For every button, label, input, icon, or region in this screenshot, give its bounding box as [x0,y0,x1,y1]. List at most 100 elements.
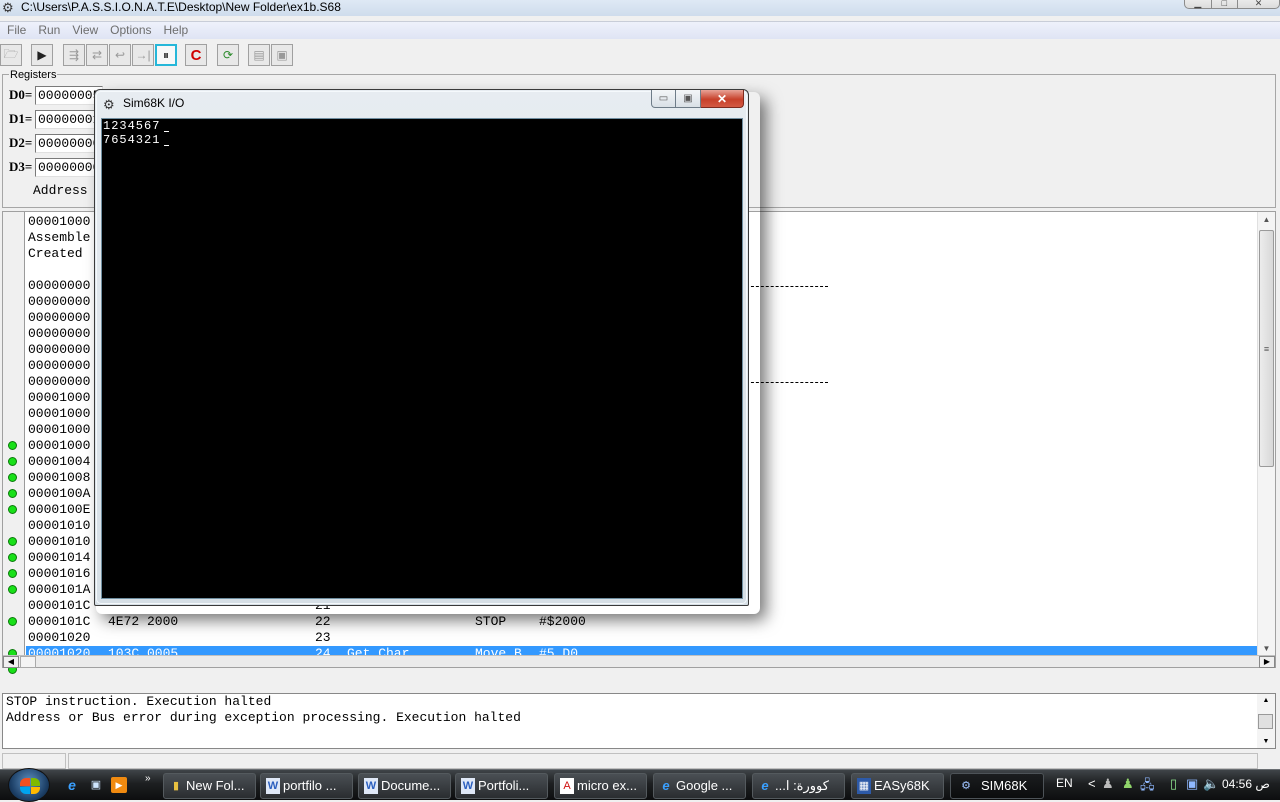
io-maximize-button[interactable]: ▣ [676,90,701,108]
more-quick-launch-button[interactable]: » [145,773,151,784]
log-stop-icon: ▣ [276,48,288,62]
folder-icon: ▮ [172,780,180,792]
internet-explorer-icon[interactable]: e [64,777,80,793]
run-button[interactable]: ▶ [31,44,53,66]
register-d1-field[interactable]: 00000001 [35,109,103,129]
maximize-button[interactable]: □ [1212,0,1239,8]
breakpoint-marker-icon[interactable] [8,489,17,498]
menu-view[interactable]: View [65,22,103,39]
register-d0-field[interactable]: 00000005 [35,85,103,105]
scroll-thumb[interactable]: ≡ [1259,230,1274,467]
step-icon: ⇶ [68,48,80,62]
breakpoint-marker-icon[interactable] [8,441,17,450]
taskbar-item-easy68k[interactable]: ▦ EASy68K [851,773,944,799]
register-label: D1= [9,111,33,126]
menu-run[interactable]: Run [31,22,65,39]
run-to-cursor-icon: →| [135,48,151,62]
show-desktop-icon[interactable]: ▣ [88,777,104,793]
window-title: C:\Users\P.A.S.S.I.O.N.A.T.E\Desktop\New… [21,0,341,14]
line-address: 00001010 [28,534,91,549]
breakpoint-marker-icon[interactable] [8,617,17,626]
trace-icon: ⇄ [91,48,103,62]
close-button[interactable]: ✕ [1238,0,1279,8]
clock[interactable]: 04:56 ص [1222,777,1270,791]
listing-vertical-scrollbar[interactable]: ▲ ≡ ▼ [1257,212,1275,657]
taskbar-item-document[interactable]: W Docume... [358,773,451,799]
taskbar-item-portfilo[interactable]: Wportfilo ... [260,773,353,799]
message-scrollbar[interactable]: ▲ ▼ [1257,694,1275,748]
breakpoint-marker-icon[interactable] [8,585,17,594]
register-d3-field[interactable]: 00000000 [35,157,103,177]
trace-button[interactable]: ⇄ [86,44,108,66]
network-icon[interactable]: 🖧 [1140,776,1155,798]
menu-file[interactable]: File [0,22,31,39]
reload-button[interactable]: ⟳ [217,44,239,66]
pdf-icon: A [560,778,574,794]
breakpoint-marker-icon[interactable] [8,537,17,546]
log-stop-button[interactable]: ▣ [271,44,293,66]
scroll-left-arrow-icon[interactable]: ◀ [3,656,19,668]
register-label: D2= [9,135,33,150]
io-console[interactable]: 1234567 7654321 [101,118,743,599]
register-d2-field[interactable]: 00000000 [35,133,103,153]
status-panel [2,753,66,769]
scroll-up-arrow-icon[interactable]: ▲ [1257,697,1275,704]
reset-button[interactable]: C [185,44,207,66]
io-minimize-button[interactable]: ▭ [651,90,676,108]
io-close-button[interactable]: ✕ [701,90,744,108]
breakpoint-marker-icon[interactable] [8,457,17,466]
network-connection-icon[interactable]: ▣ [1186,776,1198,792]
media-player-icon[interactable]: ▶ [111,777,127,793]
open-button[interactable]: 🗁 [0,44,22,66]
registers-legend: Registers [9,69,58,81]
register-label: D0= [9,87,33,102]
start-button[interactable] [8,768,50,802]
breakpoint-marker-icon[interactable] [8,473,17,482]
taskbar-item-new-folder[interactable]: ▮ New Fol... [163,773,256,799]
battery-icon[interactable]: ▯ [1170,776,1177,792]
breakpoint-marker-icon[interactable] [8,505,17,514]
line-address: Created [28,246,91,261]
pause-button[interactable]: ⏸ [155,44,177,66]
listing-horizontal-scrollbar[interactable]: ◀ ▶ [3,655,1275,668]
line-number: 23 [315,630,331,645]
line-number: 22 [315,614,331,629]
line-address: 00001000 [28,422,91,437]
menu-help[interactable]: Help [157,22,194,39]
breakpoint-gutter[interactable] [3,212,25,674]
taskbar-item-sim68k[interactable]: ⚙ SIM68K [950,773,1044,799]
taskbar-item-portfolio[interactable]: W Portfoli... [455,773,548,799]
listing-line[interactable]: 00001020 23 [26,630,1257,646]
log-start-icon: ▤ [253,48,265,62]
user-icon[interactable]: ♟ [1102,776,1114,792]
minimize-button[interactable]: ▁ [1185,0,1212,8]
show-hidden-icons-button[interactable]: < [1088,776,1096,791]
menu-options[interactable]: Options [103,22,156,39]
taskbar-item-kooora[interactable]: e ...كوورة: ا [752,773,845,799]
status-bar [0,751,1280,769]
breakpoint-marker-icon[interactable] [8,553,17,562]
run-to-cursor-button[interactable]: →| [132,44,154,66]
scroll-right-arrow-icon[interactable]: ▶ [1259,656,1275,668]
easy68k-icon: ▦ [857,778,871,794]
breakpoint-marker-icon[interactable] [8,569,17,578]
hscroll-thumb[interactable] [20,656,36,668]
line-address: 00001000 [28,214,91,229]
scroll-down-arrow-icon[interactable]: ▼ [1257,738,1275,745]
run-icon: ▶ [37,48,47,62]
taskbar-item-google[interactable]: e Google ... [653,773,746,799]
step-button[interactable]: ⇶ [63,44,85,66]
step-over-button[interactable]: ↩ [109,44,131,66]
scroll-thumb[interactable] [1258,714,1273,729]
scroll-up-arrow-icon[interactable]: ▲ [1258,212,1275,228]
listing-line[interactable]: 0000101C 4E72 2000 22 STOP #$2000 [26,614,1257,630]
log-start-button[interactable]: ▤ [248,44,270,66]
taskbar-item-micro-ex[interactable]: Amicro ex... [554,773,647,799]
line-address: 00001016 [28,566,91,581]
messenger-icon[interactable]: ♟ [1122,776,1134,792]
volume-icon[interactable]: 🔈 [1203,776,1219,792]
line-address: 00001014 [28,550,91,565]
line-address: 00001000 [28,438,91,453]
language-indicator[interactable]: EN [1056,776,1073,790]
word-doc-icon: W [364,778,378,794]
